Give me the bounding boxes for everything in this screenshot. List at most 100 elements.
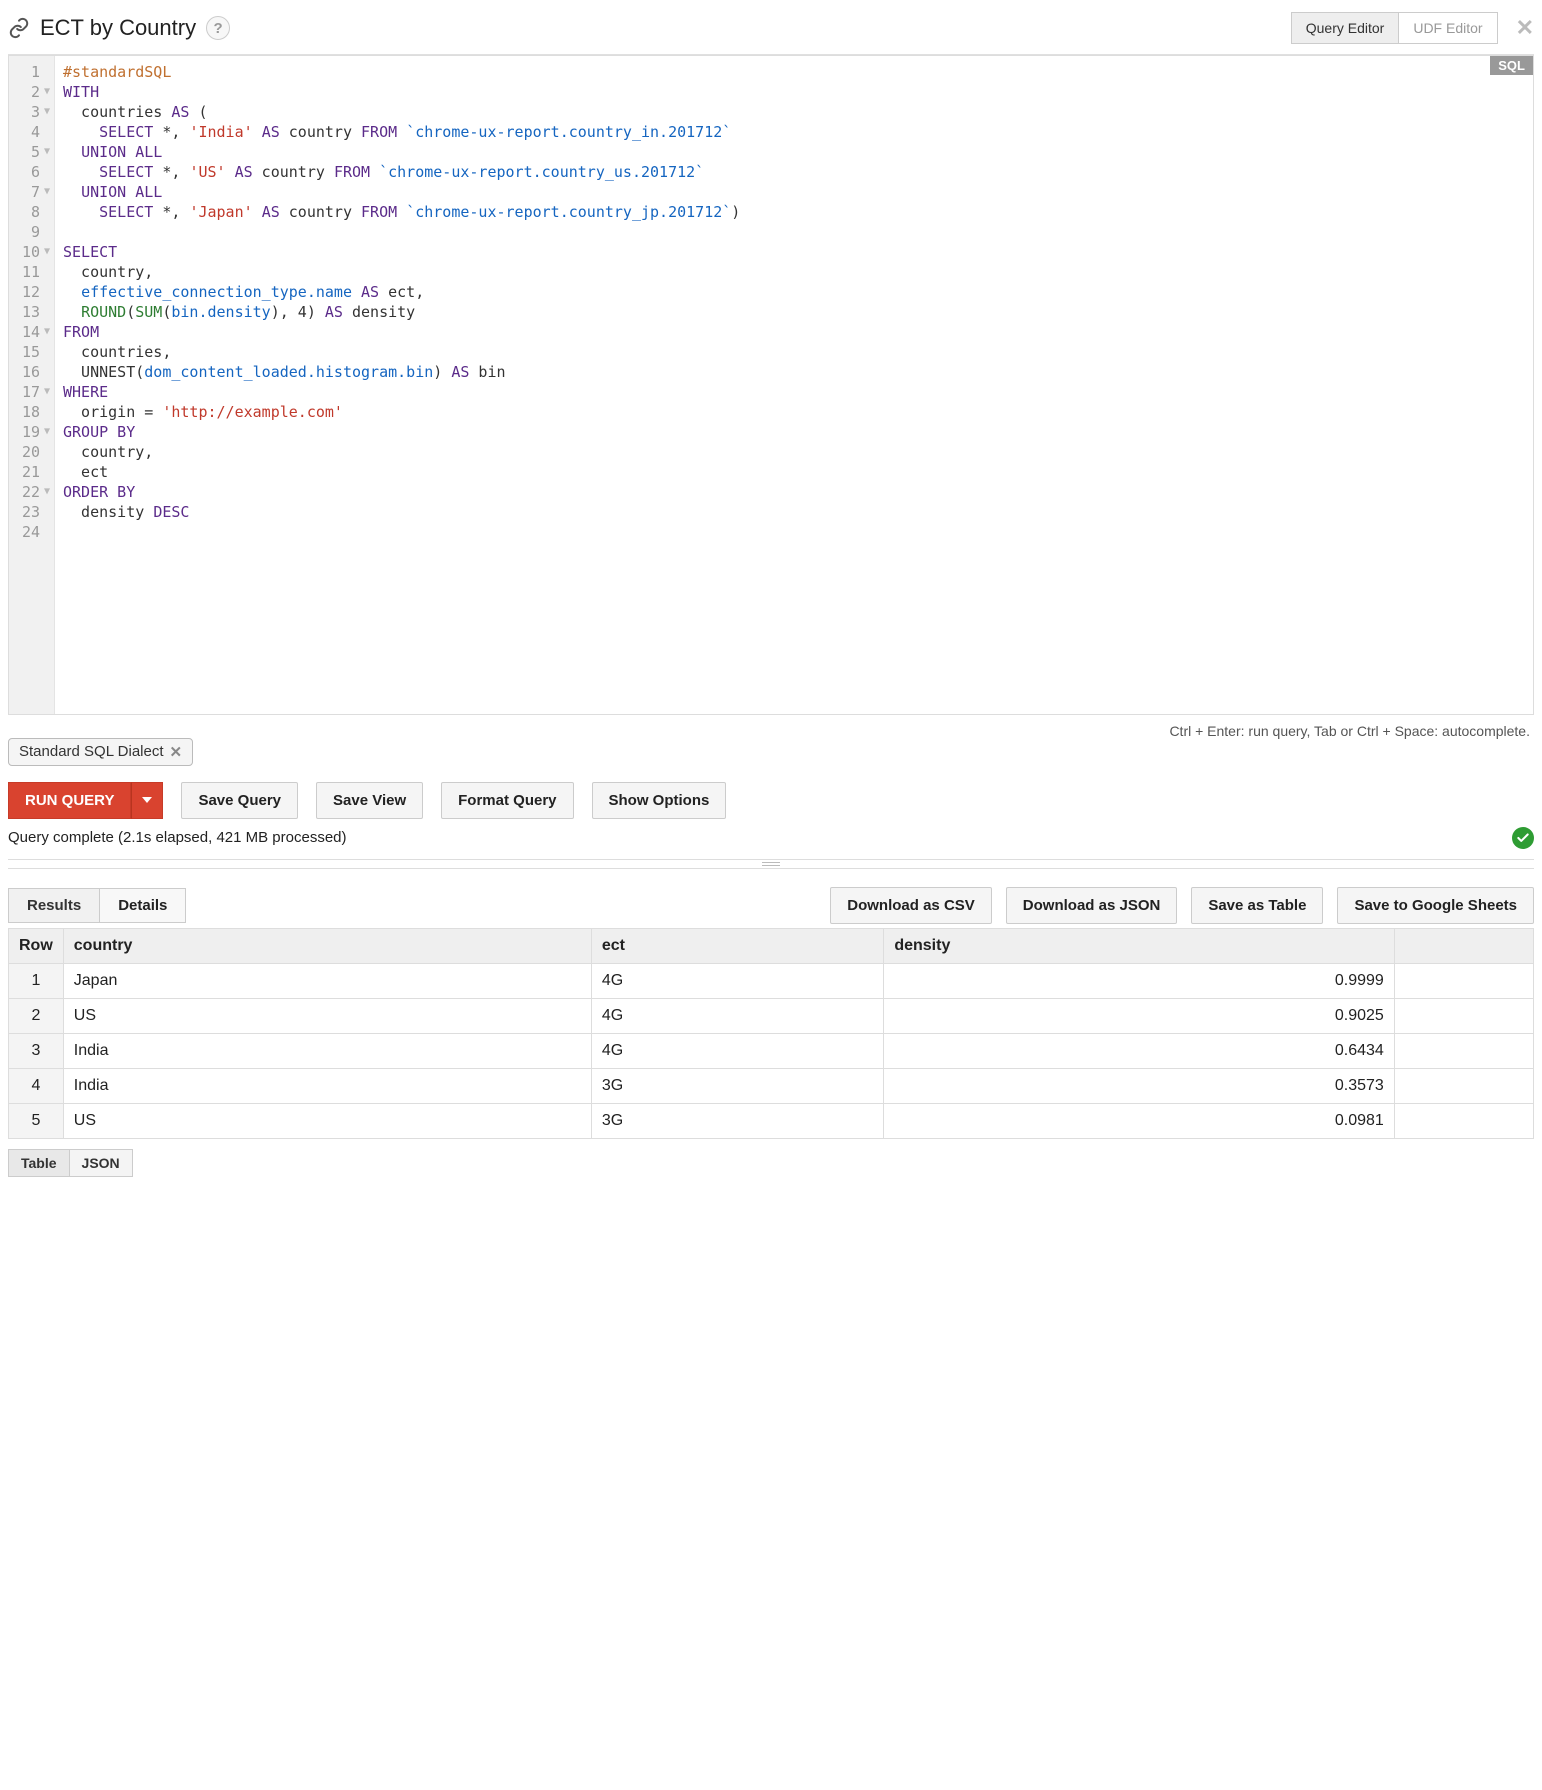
cell-country: US xyxy=(63,1103,591,1138)
code-line[interactable]: SELECT xyxy=(63,242,1525,262)
cell-spacer xyxy=(1394,963,1533,998)
gutter-line: 17▼ xyxy=(19,382,50,402)
sql-editor[interactable]: SQL 12▼3▼45▼67▼8910▼11121314▼151617▼1819… xyxy=(8,55,1534,715)
code-line[interactable]: ORDER BY xyxy=(63,482,1525,502)
code-line[interactable]: WHERE xyxy=(63,382,1525,402)
code-line[interactable]: ROUND(SUM(bin.density), 4) AS density xyxy=(63,302,1525,322)
gutter-line: 18 xyxy=(19,402,50,422)
gutter-line: 22▼ xyxy=(19,482,50,502)
cell-row: 4 xyxy=(9,1068,64,1103)
view-json-button[interactable]: JSON xyxy=(70,1149,133,1177)
code-line[interactable]: countries, xyxy=(63,342,1525,362)
cell-spacer xyxy=(1394,998,1533,1033)
code-line[interactable]: SELECT *, 'Japan' AS country FROM `chrom… xyxy=(63,202,1525,222)
sql-badge: SQL xyxy=(1490,56,1533,75)
fold-icon[interactable]: ▼ xyxy=(42,182,50,202)
success-icon xyxy=(1512,827,1534,849)
gutter-line: 9 xyxy=(19,222,50,242)
fold-icon[interactable]: ▼ xyxy=(42,382,50,402)
fold-icon[interactable]: ▼ xyxy=(42,322,50,342)
tab-details[interactable]: Details xyxy=(100,888,186,923)
fold-icon[interactable]: ▼ xyxy=(42,142,50,162)
code-line[interactable]: GROUP BY xyxy=(63,422,1525,442)
download-json-button[interactable]: Download as JSON xyxy=(1006,887,1178,924)
code-line[interactable]: SELECT *, 'US' AS country FROM `chrome-u… xyxy=(63,162,1525,182)
code-line[interactable]: WITH xyxy=(63,82,1525,102)
fold-icon[interactable]: ▼ xyxy=(42,422,50,442)
pane-splitter[interactable] xyxy=(8,859,1534,869)
gutter-line: 21 xyxy=(19,462,50,482)
code-line[interactable]: country, xyxy=(63,262,1525,282)
cell-spacer xyxy=(1394,1068,1533,1103)
cell-ect: 4G xyxy=(591,998,883,1033)
query-title: ECT by Country xyxy=(40,15,196,41)
dialect-chip[interactable]: Standard SQL Dialect ✕ xyxy=(8,738,193,766)
tab-query-editor[interactable]: Query Editor xyxy=(1291,12,1400,44)
grip-icon xyxy=(762,862,780,866)
results-table: Row country ect density 1Japan4G0.99992U… xyxy=(8,928,1534,1139)
col-country: country xyxy=(63,928,591,963)
cell-spacer xyxy=(1394,1103,1533,1138)
code-line[interactable]: effective_connection_type.name AS ect, xyxy=(63,282,1525,302)
gutter-line: 8 xyxy=(19,202,50,222)
code-line[interactable] xyxy=(63,522,1525,542)
view-table-button[interactable]: Table xyxy=(8,1149,70,1177)
gutter-line: 24 xyxy=(19,522,50,542)
results-actions: Download as CSV Download as JSON Save as… xyxy=(830,887,1534,924)
code-line[interactable]: origin = 'http://example.com' xyxy=(63,402,1525,422)
header-left: ECT by Country ? xyxy=(8,15,1291,41)
run-query-button[interactable]: RUN QUERY xyxy=(8,782,131,819)
gutter-line: 23 xyxy=(19,502,50,522)
editor-hint: Ctrl + Enter: run query, Tab or Ctrl + S… xyxy=(8,715,1534,743)
format-query-button[interactable]: Format Query xyxy=(441,782,573,819)
cell-country: India xyxy=(63,1033,591,1068)
download-csv-button[interactable]: Download as CSV xyxy=(830,887,992,924)
gutter-line: 6 xyxy=(19,162,50,182)
cell-row: 2 xyxy=(9,998,64,1033)
tab-udf-editor[interactable]: UDF Editor xyxy=(1399,12,1497,44)
header-right: Query Editor UDF Editor ✕ xyxy=(1291,12,1534,44)
code-line[interactable] xyxy=(63,222,1525,242)
save-view-button[interactable]: Save View xyxy=(316,782,423,819)
run-query-dropdown[interactable] xyxy=(131,782,163,819)
gutter-line: 14▼ xyxy=(19,322,50,342)
help-icon[interactable]: ? xyxy=(206,16,230,40)
cell-row: 1 xyxy=(9,963,64,998)
cell-ect: 4G xyxy=(591,963,883,998)
run-group: RUN QUERY xyxy=(8,782,163,819)
save-to-sheets-button[interactable]: Save to Google Sheets xyxy=(1337,887,1534,924)
code-line[interactable]: UNION ALL xyxy=(63,142,1525,162)
code-line[interactable]: #standardSQL xyxy=(63,62,1525,82)
tab-results[interactable]: Results xyxy=(8,888,100,923)
gutter-line: 20 xyxy=(19,442,50,462)
code-line[interactable]: ect xyxy=(63,462,1525,482)
code-line[interactable]: country, xyxy=(63,442,1525,462)
gutter-line: 13 xyxy=(19,302,50,322)
close-icon[interactable]: ✕ xyxy=(1516,15,1534,41)
editor-code[interactable]: #standardSQLWITH countries AS ( SELECT *… xyxy=(55,56,1533,714)
chip-close-icon[interactable]: ✕ xyxy=(170,743,183,761)
show-options-button[interactable]: Show Options xyxy=(592,782,727,819)
code-line[interactable]: FROM xyxy=(63,322,1525,342)
cell-country: India xyxy=(63,1068,591,1103)
fold-icon[interactable]: ▼ xyxy=(42,482,50,502)
col-density: density xyxy=(884,928,1394,963)
header: ECT by Country ? Query Editor UDF Editor… xyxy=(8,8,1534,55)
code-line[interactable]: UNION ALL xyxy=(63,182,1525,202)
fold-icon[interactable]: ▼ xyxy=(42,242,50,262)
fold-icon[interactable]: ▼ xyxy=(42,82,50,102)
fold-icon[interactable]: ▼ xyxy=(42,102,50,122)
save-as-table-button[interactable]: Save as Table xyxy=(1191,887,1323,924)
code-line[interactable]: UNNEST(dom_content_loaded.histogram.bin)… xyxy=(63,362,1525,382)
gutter-line: 7▼ xyxy=(19,182,50,202)
gutter-line: 3▼ xyxy=(19,102,50,122)
code-line[interactable]: SELECT *, 'India' AS country FROM `chrom… xyxy=(63,122,1525,142)
link-icon xyxy=(8,17,30,39)
status-row: Query complete (2.1s elapsed, 421 MB pro… xyxy=(8,827,1534,849)
save-query-button[interactable]: Save Query xyxy=(181,782,298,819)
code-line[interactable]: density DESC xyxy=(63,502,1525,522)
gutter-line: 12 xyxy=(19,282,50,302)
gutter-line: 4 xyxy=(19,122,50,142)
code-line[interactable]: countries AS ( xyxy=(63,102,1525,122)
cell-row: 3 xyxy=(9,1033,64,1068)
